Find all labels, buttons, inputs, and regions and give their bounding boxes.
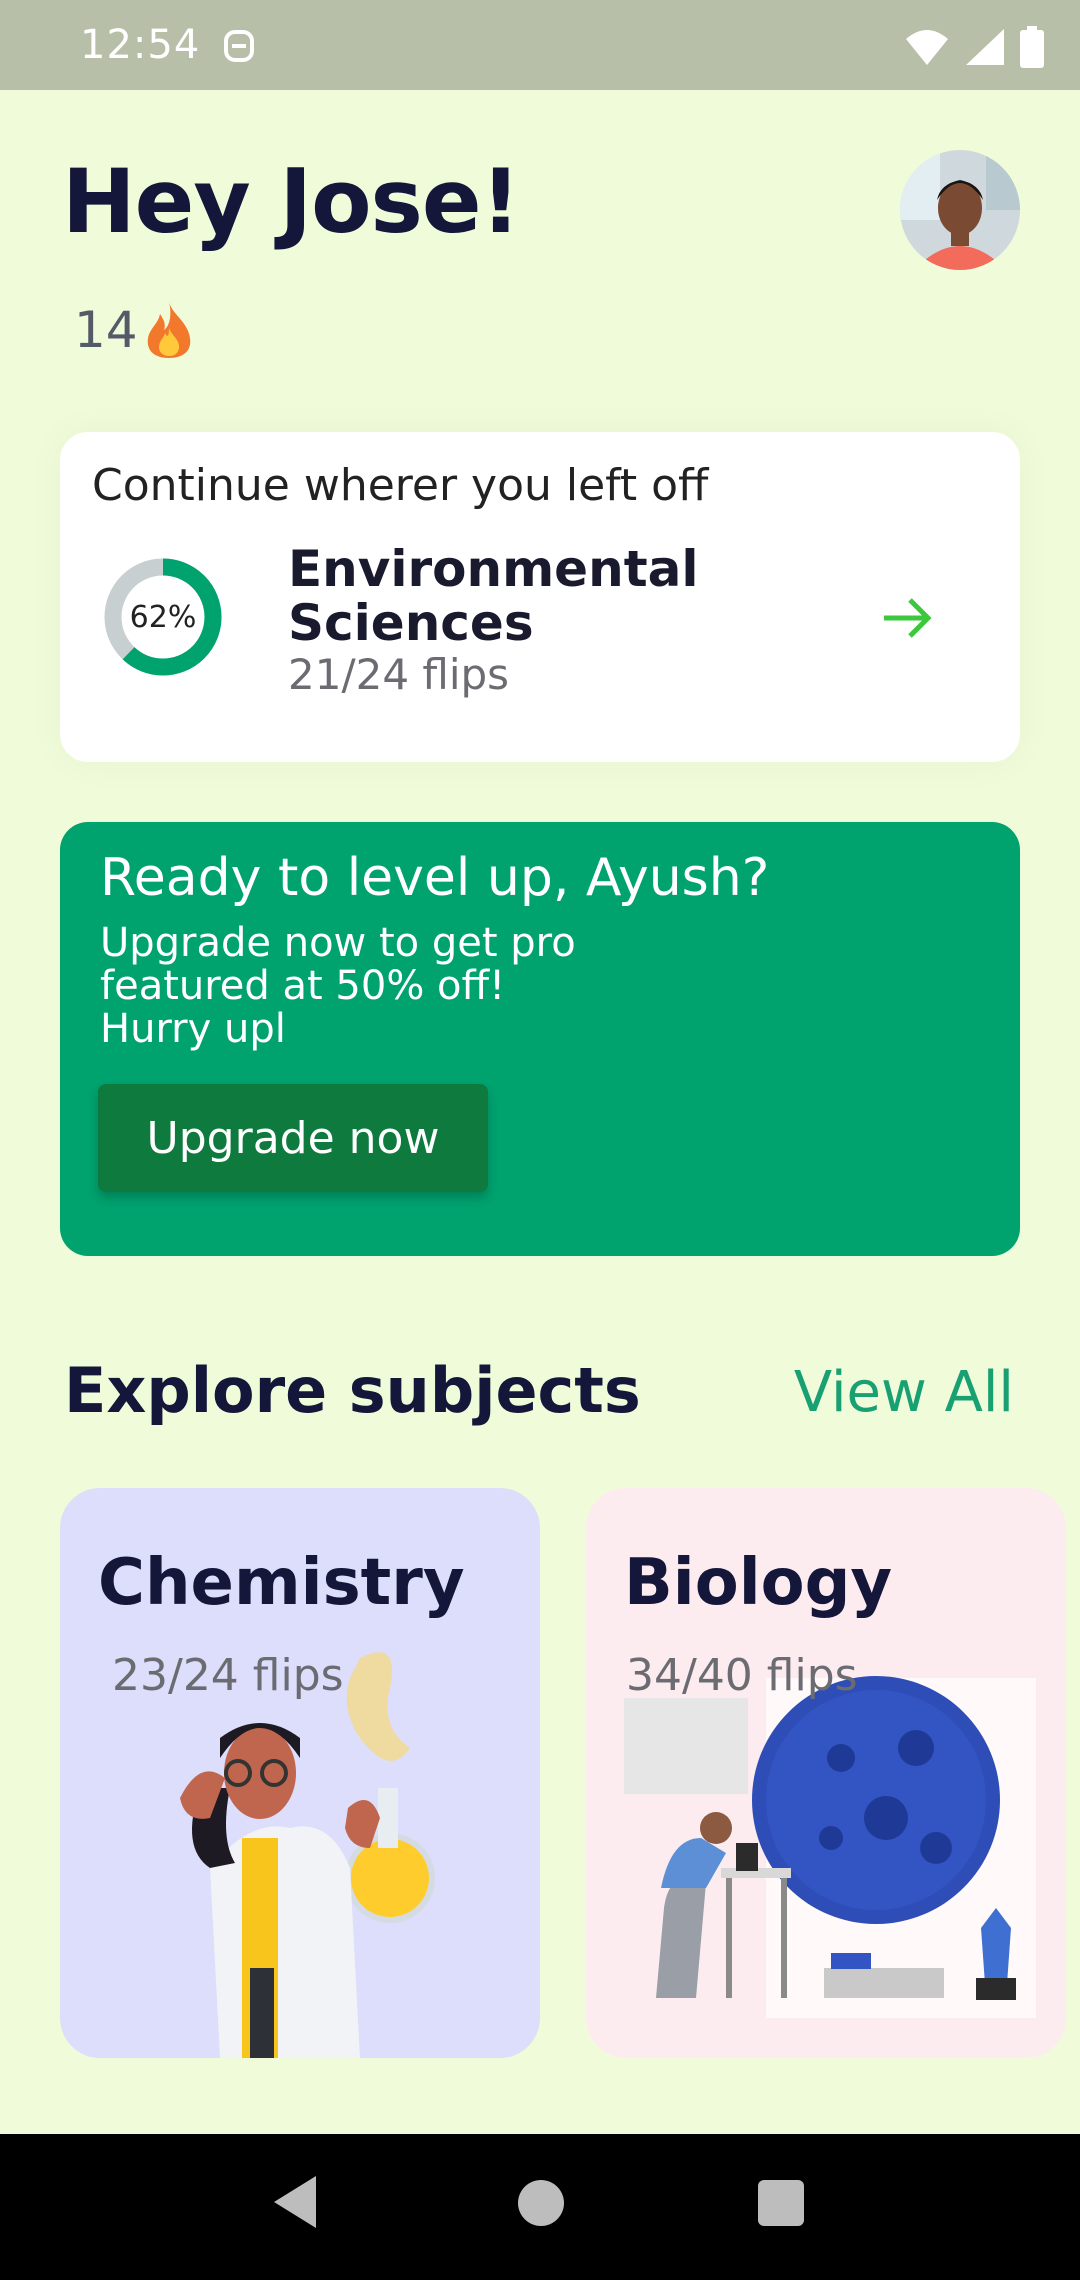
streak-count: 14 <box>74 301 138 359</box>
greeting-title: Hey Jose! <box>62 150 521 253</box>
home-icon[interactable] <box>518 2180 564 2226</box>
view-all-link[interactable]: View All <box>794 1360 1014 1425</box>
system-navigation-bar <box>0 2134 1080 2280</box>
continue-subject-flips: 21/24 flips <box>288 650 510 699</box>
app-notification-icon <box>224 30 254 62</box>
promo-title: Ready to level up, Ayush? <box>100 848 770 908</box>
upgrade-promo-card: Ready to level up, Ayush? Upgrade now to… <box>60 822 1020 1256</box>
promo-body-line-3: Hurry upl <box>100 1006 286 1052</box>
explore-subjects-heading: Explore subjects <box>64 1354 641 1427</box>
promo-body: Upgrade now to get pro featured at 50% o… <box>100 922 576 1051</box>
subject-card-title: Chemistry <box>98 1546 465 1620</box>
subject-card-chemistry[interactable]: Chemistry 23/24 flips <box>60 1488 540 2058</box>
promo-body-line-2: featured at 50% off! <box>100 963 506 1009</box>
subject-card-flips: 34/40 flips <box>626 1650 858 1701</box>
wifi-icon <box>906 30 948 65</box>
battery-icon <box>1020 26 1044 68</box>
recents-icon[interactable] <box>758 2180 804 2226</box>
back-icon[interactable] <box>270 2174 318 2230</box>
avatar[interactable] <box>900 150 1020 270</box>
subject-card-title: Biology <box>624 1546 893 1620</box>
progress-percent: 62% <box>129 599 197 635</box>
status-time: 12:54 <box>80 22 201 68</box>
signal-icon <box>966 29 1004 65</box>
streak-counter: 14 <box>74 300 196 360</box>
fire-icon <box>147 302 190 358</box>
promo-body-line-1: Upgrade now to get pro <box>100 920 576 966</box>
upgrade-now-button[interactable]: Upgrade now <box>98 1084 488 1192</box>
continue-card-title: Continue wherer you left off <box>92 460 709 511</box>
subject-card-biology[interactable]: Biology 34/40 flips <box>586 1488 1066 2058</box>
arrow-right-icon[interactable] <box>880 590 936 646</box>
status-icons <box>904 26 1044 68</box>
profile-photo <box>900 150 1020 270</box>
status-bar: 12:54 <box>0 0 1080 90</box>
continue-card[interactable]: Continue wherer you left off 62% Environ… <box>60 432 1020 762</box>
continue-subject-name: Environmental Sciences <box>288 540 699 652</box>
subject-card-flips: 23/24 flips <box>112 1650 344 1701</box>
